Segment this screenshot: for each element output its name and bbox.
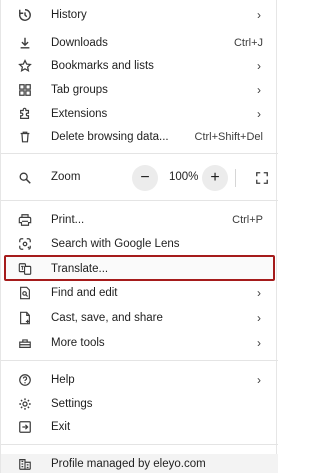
exit-icon <box>17 419 33 435</box>
chevron-right-icon: › <box>257 106 261 121</box>
menu-item-label: History <box>51 8 87 21</box>
menu-item-label: Find and edit <box>51 286 118 299</box>
zoom-row: Zoom − 100% + <box>1 163 278 193</box>
menu-item-delete-browsing-data[interactable]: Delete browsing data... Ctrl+Shift+Del <box>1 124 278 149</box>
chevron-right-icon: › <box>257 335 261 350</box>
menu-item-help[interactable]: Help › <box>1 367 278 392</box>
printer-icon <box>17 212 33 228</box>
menu-item-bookmarks[interactable]: Bookmarks and lists › <box>1 53 278 78</box>
menu-item-history[interactable]: History › <box>1 2 278 27</box>
menu-item-cast-save-share[interactable]: Cast, save, and share › <box>1 305 278 330</box>
gear-icon <box>17 396 33 412</box>
chevron-right-icon: › <box>257 310 261 325</box>
menu-item-label: Settings <box>51 397 93 410</box>
zoom-out-button[interactable]: − <box>132 165 158 191</box>
puzzle-icon <box>17 106 33 122</box>
zoom-value: 100% <box>169 171 199 183</box>
chevron-right-icon: › <box>257 285 261 300</box>
menu-item-find-and-edit[interactable]: Find and edit › <box>1 280 278 305</box>
menu-item-label: Tab groups <box>51 83 108 96</box>
menu-item-label: Bookmarks and lists <box>51 59 154 72</box>
menu-item-print[interactable]: Print... Ctrl+P <box>1 207 278 232</box>
translate-icon <box>17 261 33 277</box>
chevron-right-icon: › <box>257 82 261 97</box>
menu-item-exit[interactable]: Exit <box>1 414 278 439</box>
separator <box>1 153 278 154</box>
zoom-divider <box>235 169 236 187</box>
download-icon <box>17 35 33 51</box>
shortcut-text: Ctrl+P <box>232 213 263 226</box>
menu-item-label: Profile managed by eleyo.com <box>51 457 206 470</box>
shortcut-text: Ctrl+Shift+Del <box>194 130 263 143</box>
cast-save-icon <box>17 310 33 326</box>
menu-item-more-tools[interactable]: More tools › <box>1 330 278 355</box>
star-icon <box>17 58 33 74</box>
find-icon <box>17 285 33 301</box>
chrome-menu: History › Downloads Ctrl+J Bookmarks and… <box>0 0 278 476</box>
chevron-right-icon: › <box>257 7 261 22</box>
menu-item-label: Delete browsing data... <box>51 130 169 143</box>
menu-item-label: Print... <box>51 213 85 226</box>
menu-item-label: Translate... <box>51 262 109 275</box>
menu-item-label: Cast, save, and share <box>51 311 163 324</box>
zoom-label: Zoom <box>51 171 81 183</box>
menu-item-profile-managed[interactable]: Profile managed by eleyo.com <box>1 451 278 476</box>
fullscreen-button[interactable] <box>250 165 274 191</box>
menu-item-settings[interactable]: Settings <box>1 391 278 416</box>
separator <box>1 444 278 445</box>
trash-icon <box>17 129 33 145</box>
history-icon <box>17 7 33 23</box>
chevron-right-icon: › <box>257 372 261 387</box>
chevron-right-icon: › <box>257 58 261 73</box>
menu-item-label: Downloads <box>51 36 108 49</box>
menu-item-label: More tools <box>51 336 105 349</box>
zoom-icon <box>17 170 33 186</box>
tab-groups-icon <box>17 82 33 98</box>
zoom-in-button[interactable]: + <box>202 165 228 191</box>
menu-item-label: Search with Google Lens <box>51 237 180 250</box>
menu-item-extensions[interactable]: Extensions › <box>1 101 278 126</box>
separator <box>1 200 278 201</box>
menu-item-google-lens[interactable]: Search with Google Lens <box>1 231 278 256</box>
toolbox-icon <box>17 335 33 351</box>
fullscreen-icon <box>256 172 268 184</box>
shortcut-text: Ctrl+J <box>233 36 263 49</box>
menu-item-label: Exit <box>51 420 71 433</box>
menu-item-label: Extensions <box>51 107 108 120</box>
menu-item-tab-groups[interactable]: Tab groups › <box>1 77 278 102</box>
lens-icon <box>17 236 33 252</box>
menu-item-label: Help <box>51 373 75 386</box>
menu-item-translate[interactable]: Translate... <box>1 256 278 281</box>
help-icon <box>17 372 33 388</box>
building-icon <box>17 456 33 472</box>
menu-item-downloads[interactable]: Downloads Ctrl+J <box>1 30 278 55</box>
separator <box>1 360 278 361</box>
